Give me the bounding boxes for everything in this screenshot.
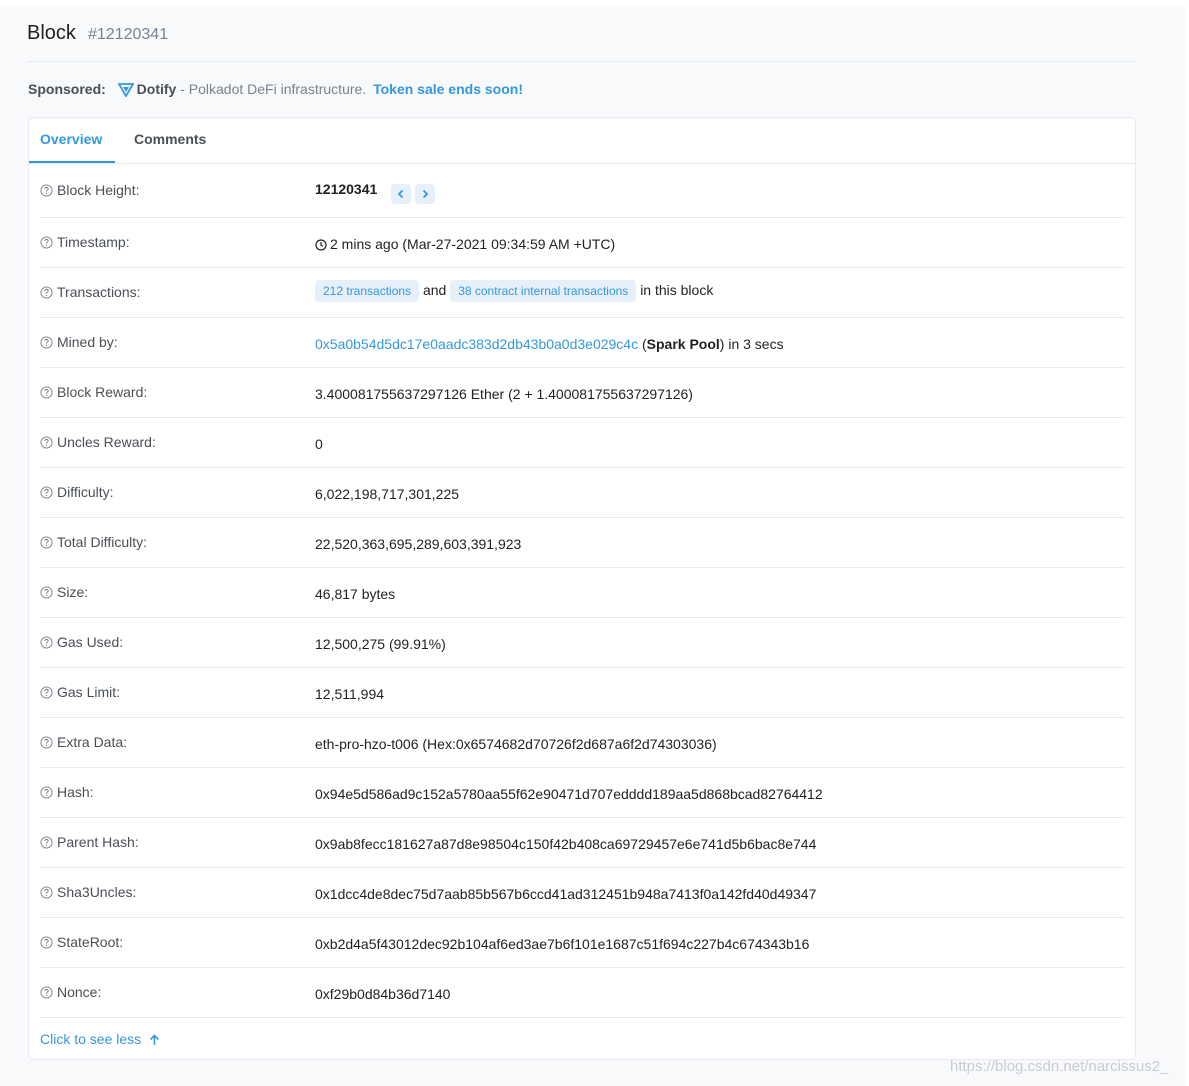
- hash-label: Hash:: [57, 784, 94, 800]
- question-circle-icon[interactable]: [40, 286, 53, 302]
- overview-rows: Block Height: 12120341 Timestamp: 2 mins…: [40, 164, 1125, 1018]
- transactions-label: Transactions:: [57, 284, 141, 300]
- uncles-reward-label: Uncles Reward:: [57, 434, 156, 450]
- difficulty-value: 6,022,198,717,301,225: [315, 486, 460, 502]
- mined-by-label: Mined by:: [57, 334, 118, 350]
- transactions-suffix: in this block: [640, 282, 714, 298]
- question-circle-icon[interactable]: [40, 436, 53, 452]
- sponsored-label: Sponsored:: [28, 81, 106, 97]
- see-less-label: Click to see less: [40, 1031, 142, 1047]
- miner-pool-name: Spark Pool: [646, 336, 720, 352]
- question-circle-icon[interactable]: [40, 586, 53, 602]
- see-less-toggle[interactable]: Click to see less: [40, 1031, 160, 1047]
- question-circle-icon[interactable]: [40, 986, 53, 1002]
- question-circle-icon[interactable]: [40, 536, 53, 552]
- row-total-difficulty: Total Difficulty: 22,520,363,695,289,603…: [40, 518, 1125, 568]
- question-circle-icon[interactable]: [40, 184, 53, 200]
- question-circle-icon[interactable]: [40, 736, 53, 752]
- chevron-right-icon: [423, 189, 429, 199]
- row-uncles-reward: Uncles Reward: 0: [40, 418, 1125, 468]
- tab-bar: Overview Comments: [29, 118, 1135, 164]
- row-block-reward: Block Reward: 3.400081755637297126 Ether…: [40, 368, 1125, 418]
- block-height-value: 12120341: [315, 181, 378, 197]
- internal-transactions-badge[interactable]: 38 contract internal transactions: [450, 280, 637, 302]
- row-size: Size: 46,817 bytes: [40, 568, 1125, 618]
- uncles-reward-value: 0: [315, 436, 323, 452]
- transactions-badge[interactable]: 212 transactions: [315, 280, 420, 302]
- sha3uncles-value: 0x1dcc4de8dec75d7aab85b567b6ccd41ad31245…: [315, 886, 817, 902]
- total-difficulty-value: 22,520,363,695,289,603,391,923: [315, 536, 522, 552]
- block-height-label: Block Height:: [57, 182, 140, 198]
- parent-hash-link[interactable]: 0x9ab8fecc181627a87d8e98504c150f42b408ca…: [315, 836, 816, 852]
- row-sha3uncles: Sha3Uncles: 0x1dcc4de8dec75d7aab85b567b6…: [40, 868, 1125, 918]
- row-transactions: Transactions: 212 transactions and 38 co…: [40, 268, 1125, 318]
- sponsored-banner: Sponsored: Dotify - Polkadot DeFi infras…: [28, 81, 523, 100]
- block-reward-label: Block Reward:: [57, 384, 148, 400]
- hash-value: 0x94e5d586ad9c152a5780aa55f62e90471d707e…: [315, 786, 823, 802]
- question-circle-icon[interactable]: [40, 886, 53, 902]
- clock-icon: [315, 238, 327, 254]
- row-stateroot: StateRoot: 0xb2d4a5f43012dec92b104af6ed3…: [40, 918, 1125, 968]
- size-value: 46,817 bytes: [315, 586, 396, 602]
- row-hash: Hash: 0x94e5d586ad9c152a5780aa55f62e9047…: [40, 768, 1125, 818]
- stateroot-value: 0xb2d4a5f43012dec92b104af6ed3ae7b6f101e1…: [315, 936, 810, 952]
- timestamp-value: 2 mins ago (Mar-27-2021 09:34:59 AM +UTC…: [330, 236, 616, 252]
- block-reward-value: 3.400081755637297126 Ether (2 + 1.400081…: [315, 386, 693, 402]
- row-difficulty: Difficulty: 6,022,198,717,301,225: [40, 468, 1125, 518]
- extra-data-label: Extra Data:: [57, 734, 128, 750]
- parent-hash-label: Parent Hash:: [57, 834, 139, 850]
- question-circle-icon[interactable]: [40, 336, 53, 352]
- page-title: Block: [27, 22, 76, 44]
- question-circle-icon[interactable]: [40, 386, 53, 402]
- timestamp-label: Timestamp:: [57, 234, 130, 250]
- question-circle-icon[interactable]: [40, 836, 53, 852]
- tab-comments[interactable]: Comments: [134, 131, 206, 147]
- row-parent-hash: Parent Hash: 0x9ab8fecc181627a87d8e98504…: [40, 818, 1125, 868]
- chevron-left-icon: [397, 189, 404, 199]
- block-number-subtitle: #12120341: [88, 26, 169, 43]
- row-block-height: Block Height: 12120341: [40, 164, 1125, 218]
- sha3uncles-label: Sha3Uncles:: [57, 884, 137, 900]
- row-timestamp: Timestamp: 2 mins ago (Mar-27-2021 09:34…: [40, 218, 1125, 268]
- extra-data-value: eth-pro-hzo-t006 (Hex:0x6574682d70726f2d…: [315, 736, 717, 752]
- gas-used-value: 12,500,275 (99.91%): [315, 636, 446, 652]
- stateroot-label: StateRoot:: [57, 934, 124, 950]
- sponsor-cta-link[interactable]: Token sale ends soon!: [373, 81, 523, 97]
- miner-suffix: ) in 3 secs: [719, 336, 784, 352]
- nonce-label: Nonce:: [57, 984, 102, 1000]
- miner-address-link[interactable]: 0x5a0b54d5dc17e0aadc383d2db43b0a0d3e029c…: [315, 336, 638, 352]
- gas-used-label: Gas Used:: [57, 634, 124, 650]
- question-circle-icon[interactable]: [40, 686, 53, 702]
- question-circle-icon[interactable]: [40, 636, 53, 652]
- next-block-button[interactable]: [415, 184, 436, 204]
- row-extra-data: Extra Data: eth-pro-hzo-t006 (Hex:0x6574…: [40, 718, 1125, 768]
- dotify-logo-icon: [117, 83, 135, 100]
- watermark: https://blog.csdn.net/narcissus2_: [950, 1058, 1169, 1075]
- transactions-and: and: [422, 282, 447, 298]
- sponsor-text: - Polkadot DeFi infrastructure.: [180, 81, 367, 97]
- question-circle-icon[interactable]: [40, 486, 53, 502]
- previous-block-button[interactable]: [391, 184, 412, 204]
- row-nonce: Nonce: 0xf29b0d84b36d7140: [40, 968, 1125, 1018]
- gas-limit-value: 12,511,994: [315, 686, 385, 702]
- size-label: Size:: [57, 584, 89, 600]
- difficulty-label: Difficulty:: [57, 484, 114, 500]
- question-circle-icon[interactable]: [40, 936, 53, 952]
- question-circle-icon[interactable]: [40, 786, 53, 802]
- row-gas-limit: Gas Limit: 12,511,994: [40, 668, 1125, 718]
- block-details-card: Overview Comments Block Height: 12120341…: [28, 117, 1136, 1060]
- question-circle-icon[interactable]: [40, 236, 53, 252]
- page-header: Block #12120341: [27, 18, 1136, 62]
- arrow-up-icon: [150, 1034, 160, 1045]
- row-mined-by: Mined by: 0x5a0b54d5dc17e0aadc383d2db43b…: [40, 318, 1125, 368]
- nonce-value: 0xf29b0d84b36d7140: [315, 986, 451, 1002]
- tab-overview[interactable]: Overview: [40, 131, 102, 147]
- sponsor-brand-link[interactable]: Dotify: [137, 81, 177, 97]
- active-tab-indicator: [29, 161, 115, 163]
- total-difficulty-label: Total Difficulty:: [57, 534, 147, 550]
- row-gas-used: Gas Used: 12,500,275 (99.91%): [40, 618, 1125, 668]
- gas-limit-label: Gas Limit:: [57, 684, 121, 700]
